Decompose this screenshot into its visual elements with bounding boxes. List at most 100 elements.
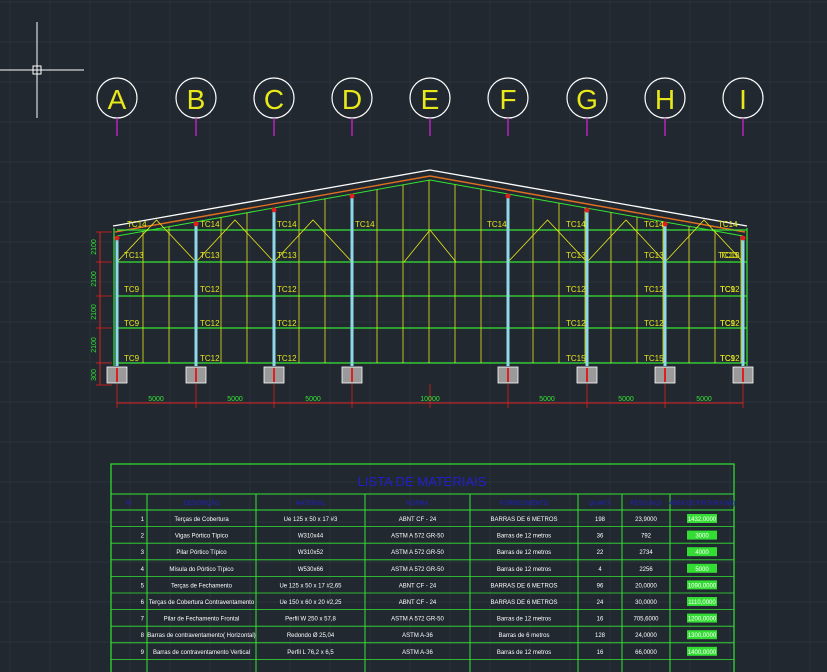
table-cell: 7 [141, 617, 145, 623]
table-cell: 4000 [695, 550, 709, 556]
table-cell: 66,0000 [635, 650, 657, 656]
member-label: TC12 [566, 285, 586, 294]
table-cell: Pilar Pórtico Típico [176, 550, 227, 556]
axis-label: I [739, 84, 747, 115]
member-label: TC14 [355, 220, 375, 229]
member-label: TC13 [124, 251, 144, 260]
axis-label: H [655, 84, 675, 115]
table-cell: Terças de Cobertura [174, 517, 229, 523]
height-dimension-text: 2100 [91, 304, 98, 320]
height-dimension-text: 2100 [91, 337, 98, 353]
table-cell: Barras de 12 metros [497, 534, 551, 540]
column-joint [193, 221, 199, 227]
member-label: TC12 [644, 319, 664, 328]
span-dimension-text: 5000 [696, 396, 712, 403]
member-label: TC14 [718, 220, 738, 229]
table-header-cell: FORNECIMENTO [500, 501, 549, 507]
diagonal-bracing [403, 229, 457, 263]
table-cell: Mísula do Pórtico Típico [169, 567, 234, 573]
member-label: TC15 [644, 354, 664, 363]
axis-label: C [264, 84, 284, 115]
member-label: TC9 [720, 354, 736, 363]
table-header-cell: N° [126, 501, 133, 507]
table-cell: Redondo Ø 25,04 [287, 633, 335, 639]
table-cell: 3000 [695, 534, 709, 540]
member-label: TC12 [277, 319, 297, 328]
axis-label: G [576, 84, 598, 115]
table-cell: Ue 150 x 60 x 20 #2,25 [279, 600, 342, 606]
cad-drawing-canvas[interactable]: ABCDEFGHI TC14 TC14 TC14 TC14 TC14 TC14 TC14 TC… [0, 0, 827, 672]
table-title: LISTA DE MATERIAIS [358, 474, 487, 489]
table-cell: Barras de 12 metros [497, 617, 551, 623]
table-cell: 24,0000 [635, 633, 657, 639]
member-label: TC13 [644, 251, 664, 260]
axis-label: D [342, 84, 362, 115]
table-cell: Barras de 12 metros [497, 550, 551, 556]
crosshair-cursor [0, 22, 84, 118]
column-joint [271, 207, 277, 213]
table-cell: 2 [141, 534, 145, 540]
table-header-cell: QUANT. [589, 501, 611, 507]
table-cell: ASTM A-36 [402, 650, 433, 656]
member-label: TC9 [720, 319, 736, 328]
member-label: TC14 [566, 220, 586, 229]
member-label: TC12 [566, 319, 586, 328]
table-cell: 792 [641, 534, 652, 540]
table-header-cell: NORMA [406, 501, 428, 507]
column-joint [740, 235, 746, 241]
table-cell: 5 [141, 583, 145, 589]
member-label: TC9 [720, 285, 736, 294]
member-labels: TC14 TC14 TC14 TC14 TC14 TC14 TC14 TC14 TC13 TC13… [124, 220, 740, 363]
height-dimension-text: 2100 [91, 271, 98, 287]
table-cell: 16 [597, 617, 604, 623]
table-cell: Perfil W 250 x 57,8 [285, 617, 336, 623]
height-dimension-text: 300 [91, 369, 98, 381]
span-dimension-text: 10000 [420, 396, 440, 403]
axis-label: E [421, 84, 440, 115]
table-cell: 8 [141, 633, 145, 639]
table-cell: 2256 [639, 567, 653, 573]
table-cell: 128 [595, 633, 606, 639]
table-cell: 20,0000 [635, 583, 657, 589]
table-header-cell: MATERIAL [296, 501, 326, 507]
table-cell: ABNT CF - 24 [399, 600, 437, 606]
roof-line [112, 169, 748, 227]
table-cell: Vigas Pórtico Típico [175, 534, 229, 540]
table-cell: 1110,0000 [688, 600, 716, 606]
table-cell: Barras de 12 metros [497, 567, 551, 573]
table-cell: ABNT CF - 24 [399, 583, 437, 589]
table-cell: 1300,0000 [688, 633, 717, 639]
table-cell: Perfil L 76,2 x 6,5 [287, 650, 334, 656]
table-cell: 30,0000 [635, 600, 657, 606]
grid-axis-bubbles: A B C D E F G H I [96, 77, 764, 136]
table-cell: BARRAS DE 6 METROS [490, 517, 557, 523]
table-cell: 1400,0000 [688, 650, 717, 656]
table-header-cell: DESCRIÇÃO [184, 500, 220, 507]
column-joint [114, 235, 120, 241]
table-cell: 9 [141, 650, 145, 656]
member-label: TC9 [124, 285, 140, 294]
member-label: TC14 [277, 220, 297, 229]
member-label: TC14 [200, 220, 220, 229]
table-cell: Barras de contraventamento( Horizontal) [147, 633, 255, 639]
table-cell: 22 [597, 550, 604, 556]
table-cell: Ue 125 x 50 x 17 #3 [284, 517, 338, 523]
member-label: TC12 [277, 354, 297, 363]
height-dimension-text: 2100 [91, 239, 98, 255]
member-label: TC13 [200, 251, 220, 260]
table-cell: ASTM A-36 [402, 633, 433, 639]
materials-table: LISTA DE MATERIAIS N° DESCRIÇÃO MATERIAL NO… [110, 463, 735, 672]
table-header-cell: ÁREA DE PINTURA (M²) [669, 500, 735, 507]
member-label: TC12 [200, 285, 220, 294]
member-label: TC14 [127, 220, 147, 229]
table-cell: Pilar de Fechamento Frontal [164, 617, 240, 623]
table-cell: 4 [141, 567, 145, 573]
table-cell: 5000 [695, 567, 709, 573]
table-cell: 4 [598, 567, 602, 573]
member-label: TC12 [200, 319, 220, 328]
member-label: TC12 [644, 285, 664, 294]
table-header-cell: PESO (KG) [630, 501, 661, 507]
span-dimension-text: 5000 [539, 396, 555, 403]
span-dimension-text: 5000 [227, 396, 243, 403]
table-cell: BARRAS DE 6 METROS [490, 583, 557, 589]
